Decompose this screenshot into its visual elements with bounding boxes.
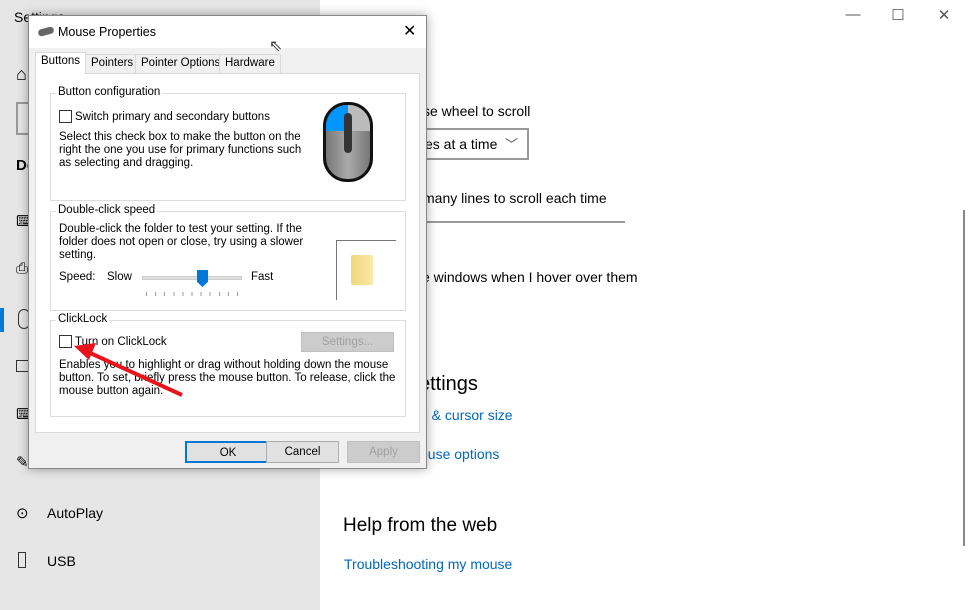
tab-buttons[interactable]: Buttons [35, 52, 86, 74]
arrow-shaft [87, 350, 183, 397]
arrow-head [74, 343, 96, 360]
annotation-arrow [74, 343, 183, 397]
